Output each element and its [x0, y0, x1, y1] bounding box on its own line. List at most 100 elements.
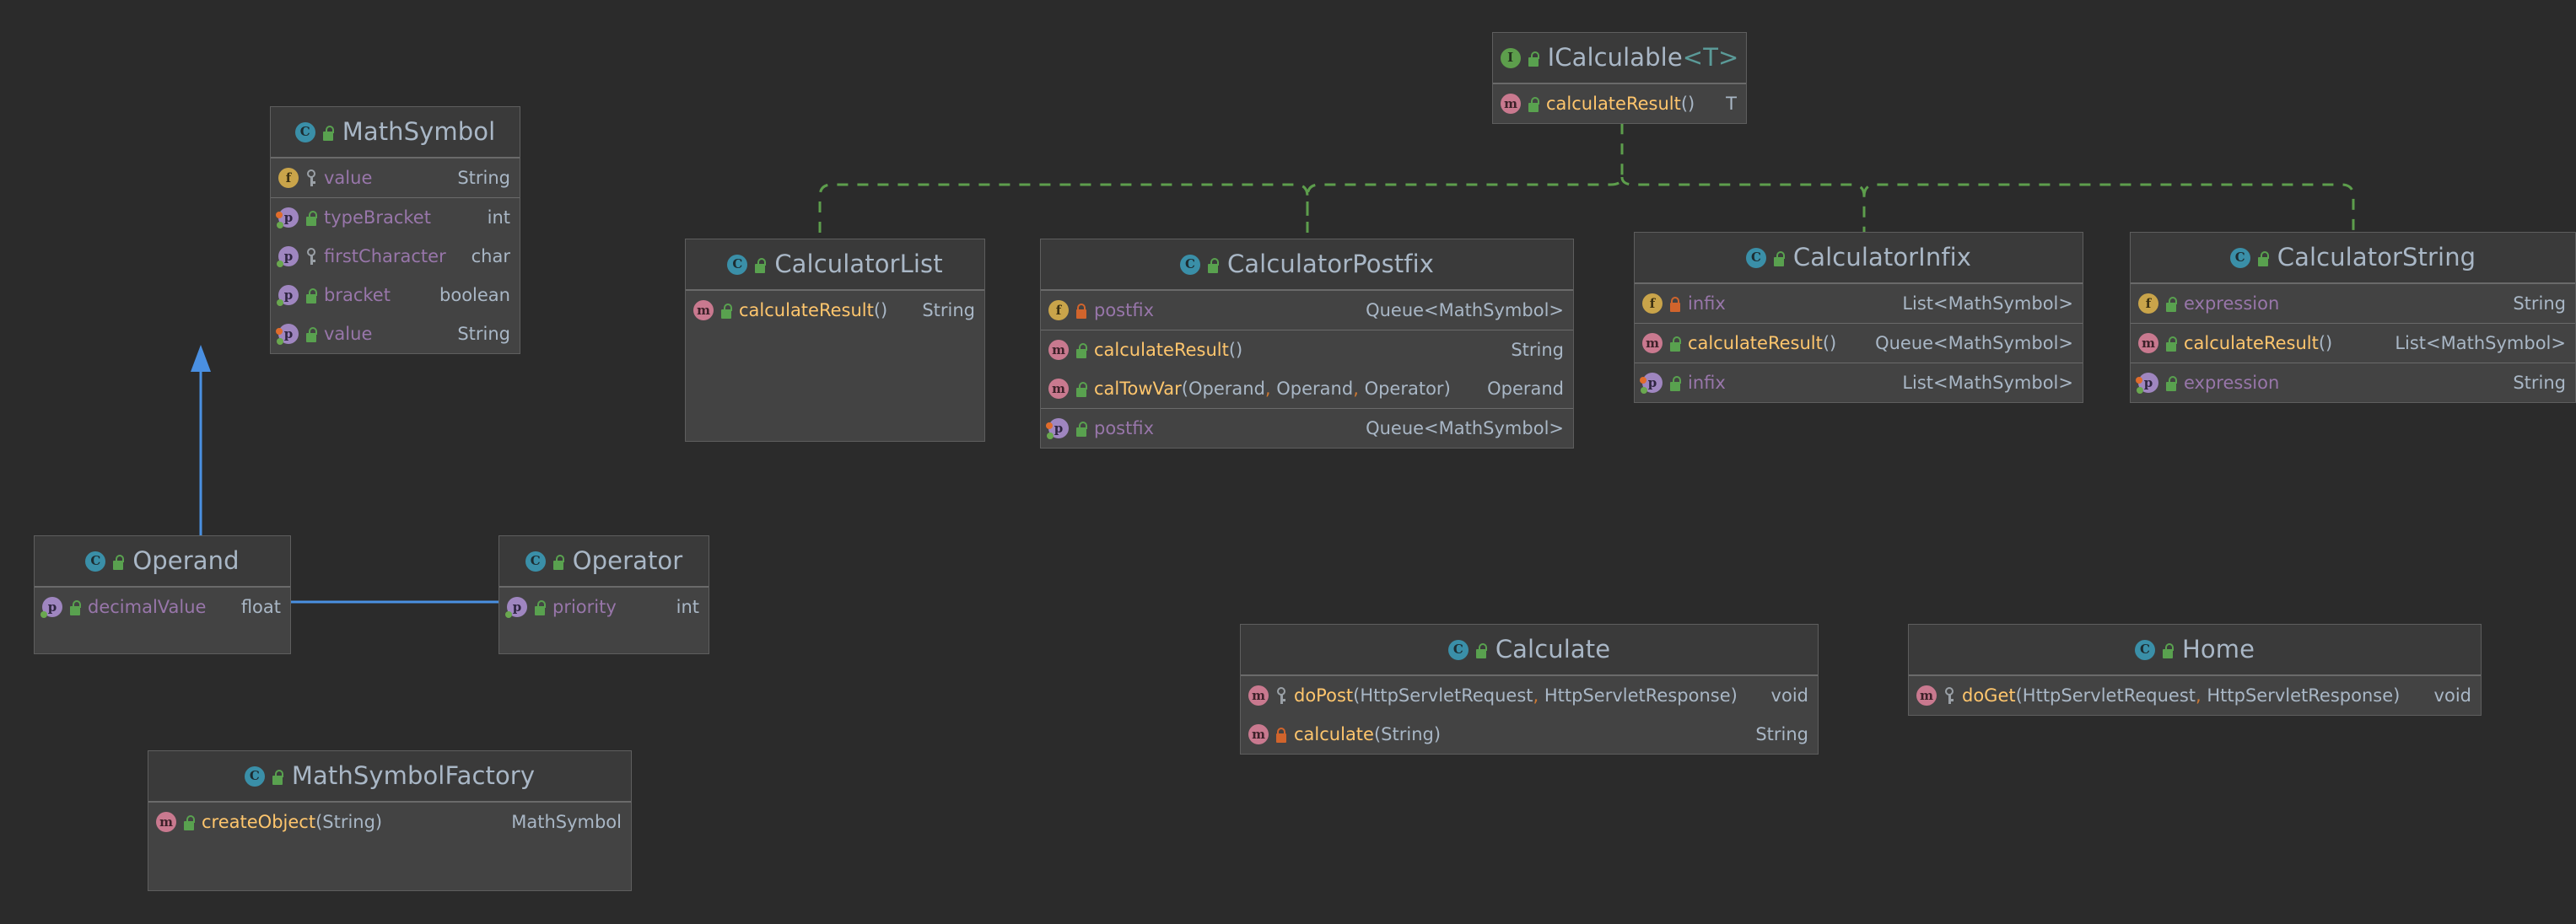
property-section: p typeBracket int p firstCharacter char — [271, 197, 520, 353]
member-type: void — [2433, 685, 2471, 706]
member-type: Queue<MathSymbol> — [1875, 333, 2073, 353]
member-row-calculateresult[interactable]: m calculateResult() String — [1041, 330, 1573, 369]
node-header-mathsymbol: C MathSymbol — [271, 107, 520, 158]
key-icon — [304, 169, 318, 186]
member-row-priority[interactable]: p priority int — [499, 588, 709, 626]
member-signature: infix — [1688, 293, 1726, 314]
member-row-calculateresult[interactable]: m calculateResult() List<MathSymbol> — [2131, 324, 2575, 363]
member-row-expression-field[interactable]: f expression String — [2131, 284, 2575, 323]
member-signature: value — [324, 324, 373, 344]
member-type: String — [922, 300, 975, 320]
field-section: f postfix Queue<MathSymbol> — [1041, 290, 1573, 330]
member-row-calculateresult[interactable]: m calculateResult() T — [1493, 84, 1746, 123]
method-icon: m — [1501, 94, 1521, 114]
member-row-postfix-field[interactable]: f postfix Queue<MathSymbol> — [1041, 291, 1573, 330]
member-row-firstcharacter[interactable]: p firstCharacter char — [271, 237, 520, 276]
member-signature: postfix — [1094, 418, 1155, 438]
member-row-calculateresult[interactable]: m calculateResult() Queue<MathSymbol> — [1635, 324, 2083, 363]
method-section: m doPost (HttpServletRequest, HttpServlet… — [1241, 675, 1818, 754]
member-row-expression-property[interactable]: p expression String — [2131, 363, 2575, 402]
member-row-doget[interactable]: m doGet (HttpServletRequest, HttpServletR… — [1909, 676, 2481, 715]
member-row-value-property[interactable]: p value String — [271, 314, 520, 353]
class-node-icalculable[interactable]: I ICalculable<T> m calculateResult() T — [1492, 32, 1747, 124]
node-title-calculate: Calculate — [1495, 635, 1611, 663]
member-row-typebracket[interactable]: p typeBracket int — [271, 198, 520, 237]
generalization-arrowhead — [191, 345, 211, 372]
node-title-calculatorpostfix: CalculatorPostfix — [1226, 250, 1435, 278]
class-node-calculate[interactable]: C Calculate m doPost (HttpServletRequest,… — [1240, 624, 1819, 755]
member-row-dopost[interactable]: m doPost (HttpServletRequest, HttpServlet… — [1241, 676, 1818, 715]
method-icon: m — [1248, 724, 1269, 744]
node-title-calculatorstring: CalculatorString — [2277, 243, 2476, 271]
member-row-postfix-property[interactable]: p postfix Queue<MathSymbol> — [1041, 409, 1573, 448]
method-section: m calculateResult() String m calTowVar (O… — [1041, 330, 1573, 408]
class-node-mathsymbol[interactable]: C MathSymbol f value String p typeBracke… — [270, 106, 520, 354]
member-type: String — [1755, 724, 1808, 744]
class-node-operator[interactable]: C Operator p priority int — [498, 535, 709, 654]
method-section: m calculateResult() Queue<MathSymbol> — [1635, 323, 2083, 363]
class-icon: C — [85, 551, 106, 572]
property-icon: p — [1640, 373, 1663, 394]
member-row-calculate[interactable]: m calculate (String) String — [1241, 715, 1818, 754]
member-type: Operand — [1487, 379, 1564, 399]
member-type: String — [457, 168, 510, 188]
method-icon: m — [1642, 333, 1663, 353]
unlock-icon — [2164, 295, 2178, 312]
member-type: float — [240, 597, 281, 617]
member-type: T — [1726, 94, 1737, 114]
unlock-icon — [1527, 50, 1540, 67]
field-icon: f — [2138, 293, 2158, 314]
member-signature: value — [324, 168, 373, 188]
member-signature: infix — [1688, 373, 1726, 393]
field-icon: f — [1642, 293, 1663, 314]
member-row-infix-field[interactable]: f infix List<MathSymbol> — [1635, 284, 2083, 323]
class-node-calculatorstring[interactable]: C CalculatorString f expression String m… — [2130, 232, 2576, 403]
property-icon: p — [505, 597, 527, 618]
class-node-home[interactable]: C Home m doGet (HttpServletRequest, HttpS… — [1908, 624, 2482, 716]
member-row-caltowvar[interactable]: m calTowVar (Operand, Operand, Operator) … — [1041, 369, 1573, 408]
member-type: void — [1770, 685, 1808, 706]
node-header-calculatorinfix: C CalculatorInfix — [1635, 233, 2083, 283]
lock-icon — [1075, 302, 1088, 319]
class-node-operand[interactable]: C Operand p decimalValue float — [34, 535, 291, 654]
member-signature: expression — [2184, 293, 2280, 314]
class-icon: C — [525, 551, 546, 572]
member-signature: calculateResult() — [2184, 333, 2333, 353]
method-icon: m — [1048, 340, 1069, 360]
class-node-calculatorlist[interactable]: C CalculatorList m calculateResult() Str… — [685, 239, 985, 442]
node-header-calculatorpostfix: C CalculatorPostfix — [1041, 239, 1573, 290]
member-row-createobject[interactable]: m createObject (String) MathSymbol — [148, 803, 631, 841]
class-icon: C — [1745, 247, 1766, 268]
class-icon: C — [1447, 639, 1469, 660]
unlock-icon — [304, 325, 318, 342]
member-type: String — [2513, 293, 2566, 314]
member-signature: postfix — [1094, 300, 1155, 320]
member-signature: calTowVar (Operand, Operand, Operator) — [1094, 379, 1451, 399]
node-title-mathsymbol: MathSymbol — [342, 117, 496, 146]
class-node-calculatorpostfix[interactable]: C CalculatorPostfix f postfix Queue<Math… — [1040, 239, 1574, 449]
node-header-icalculable: I ICalculable<T> — [1493, 33, 1746, 83]
member-signature: doPost (HttpServletRequest, HttpServletRe… — [1294, 685, 1738, 706]
member-signature: typeBracket — [324, 207, 431, 228]
class-node-mathsymbolfactory[interactable]: C MathSymbolFactory m createObject (Strin… — [148, 750, 632, 891]
unlock-icon — [552, 553, 565, 570]
method-icon: m — [2138, 333, 2158, 353]
member-row-value-field[interactable]: f value String — [271, 158, 520, 197]
member-section: m calculateResult() String — [686, 290, 984, 330]
member-row-infix-property[interactable]: p infix List<MathSymbol> — [1635, 363, 2083, 402]
class-node-calculatorinfix[interactable]: C CalculatorInfix f infix List<MathSymbo… — [1634, 232, 2083, 403]
member-type: Queue<MathSymbol> — [1366, 300, 1564, 320]
member-row-decimalvalue[interactable]: p decimalValue float — [35, 588, 290, 626]
node-title-operator: Operator — [572, 546, 683, 575]
member-type: String — [1511, 340, 1564, 360]
member-row-bracket[interactable]: p bracket boolean — [271, 276, 520, 314]
class-icon: C — [294, 121, 315, 142]
uml-diagram-canvas: I ICalculable<T> m calculateResult() T C… — [0, 0, 2576, 924]
unlock-icon — [1772, 250, 1786, 266]
field-section: f infix List<MathSymbol> — [1635, 283, 2083, 323]
member-signature: expression — [2184, 373, 2280, 393]
unlock-icon — [271, 768, 284, 785]
node-header-mathsymbolfactory: C MathSymbolFactory — [148, 751, 631, 802]
member-row-calculateresult[interactable]: m calculateResult() String — [686, 291, 984, 330]
member-type: MathSymbol — [511, 812, 622, 832]
